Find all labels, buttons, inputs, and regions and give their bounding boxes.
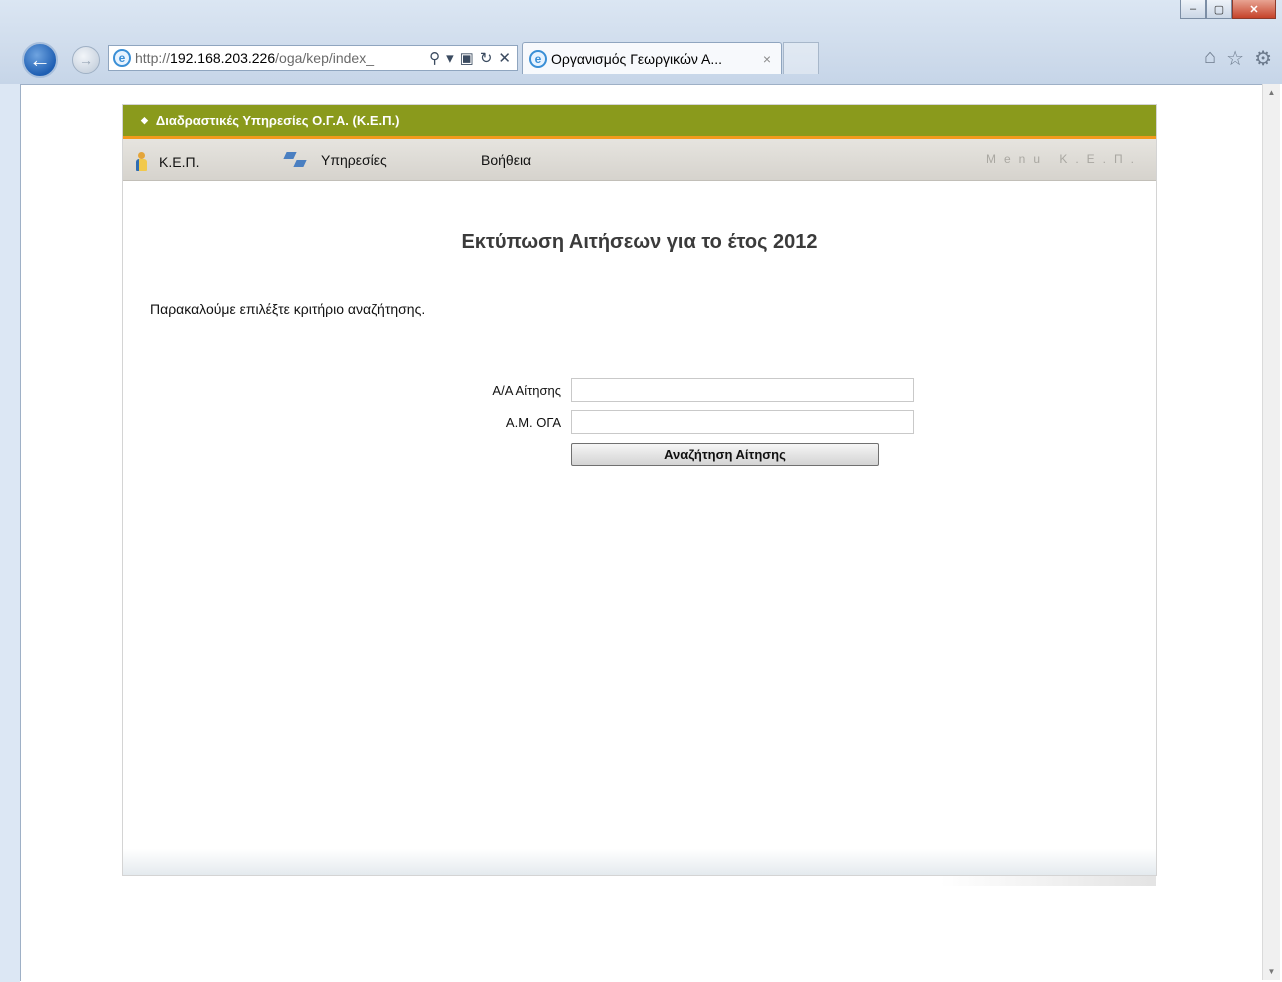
oga-registry-label: Α.Μ. ΟΓΑ	[505, 415, 561, 430]
application-number-input[interactable]	[571, 378, 914, 402]
menu-item-kep[interactable]: Κ.Ε.Π.	[135, 152, 199, 172]
main-menu: Κ.Ε.Π. Υπηρεσίες Βοήθεια Menu Κ.Ε.Π.	[123, 139, 1156, 181]
menu-item-services-label: Υπηρεσίες	[321, 152, 387, 168]
header-bullet-icon: ◆	[141, 115, 148, 125]
menu-item-help-label: Βοήθεια	[481, 152, 532, 168]
url-path: /oga/kep/index_	[275, 50, 374, 66]
favorites-star-icon[interactable]: ☆	[1226, 46, 1244, 71]
menu-item-kep-label: Κ.Ε.Π.	[159, 154, 200, 170]
dropdown-chevron-icon[interactable]: ▾	[446, 49, 454, 67]
search-icon[interactable]: ⚲	[429, 49, 440, 67]
left-window-edge	[0, 84, 20, 982]
back-button[interactable]: ←	[22, 42, 58, 78]
vertical-scrollbar[interactable]: ▲ ▼	[1262, 84, 1280, 980]
forward-arrow-icon: →	[79, 52, 93, 68]
maximize-button[interactable]: ▢	[1206, 0, 1232, 19]
forward-button[interactable]: →	[72, 46, 100, 74]
home-icon[interactable]: ⌂	[1204, 46, 1216, 71]
menu-item-services[interactable]: Υπηρεσίες	[283, 152, 387, 168]
search-prompt: Παρακαλούμε επιλέξτε κριτήριο αναζήτησης…	[150, 301, 426, 317]
back-arrow-icon: ←	[29, 47, 51, 72]
scroll-down-icon[interactable]: ▼	[1263, 963, 1280, 980]
content-panel: ◆ Διαδραστικές Υπηρεσίες Ο.Γ.Α. (Κ.Ε.Π.)…	[122, 104, 1157, 876]
new-tab-button[interactable]	[783, 42, 819, 74]
window-controls: – ▢ ✕	[1180, 0, 1276, 22]
tab-close-icon[interactable]: ×	[763, 51, 771, 67]
menu-caption: Menu Κ.Ε.Π.	[985, 152, 1142, 166]
ie-logo-icon: e	[113, 49, 131, 67]
services-icon	[283, 152, 309, 168]
tab-title: Οργανισμός Γεωργικών Α...	[551, 50, 723, 67]
stop-icon[interactable]: ✕	[498, 49, 511, 67]
url-protocol: http://	[135, 50, 171, 66]
site-header-title: Διαδραστικές Υπηρεσίες Ο.Γ.Α. (Κ.Ε.Π.)	[155, 113, 400, 128]
site-header-bar: ◆ Διαδραστικές Υπηρεσίες Ο.Γ.Α. (Κ.Ε.Π.)	[123, 105, 1156, 139]
menu-item-help[interactable]: Βοήθεια	[481, 152, 531, 168]
oga-registry-input[interactable]	[571, 410, 914, 434]
browser-tools: ⌂ ☆ ⚙	[1204, 46, 1272, 71]
panel-shadow	[940, 876, 1156, 886]
person-icon	[135, 152, 147, 172]
url-host: 192.168.203.226	[170, 50, 276, 66]
page-title: Εκτύπωση Αιτήσεων για το έτος 2012	[461, 231, 818, 253]
scroll-up-icon[interactable]: ▲	[1263, 84, 1280, 101]
browser-tab[interactable]: e Οργανισμός Γεωργικών Α... ×	[522, 42, 782, 74]
application-number-label: Α/Α Αίτησης	[492, 383, 561, 398]
panel-footer	[123, 849, 1156, 875]
refresh-icon[interactable]: ↻	[480, 49, 493, 67]
address-bar[interactable]: e http://192.168.203.226/oga/kep/index_ …	[108, 45, 518, 71]
tab-ie-logo-icon: e	[529, 49, 547, 68]
minimize-button[interactable]: –	[1180, 0, 1206, 19]
close-window-button[interactable]: ✕	[1232, 0, 1276, 19]
settings-gear-icon[interactable]: ⚙	[1254, 46, 1272, 71]
browser-chrome: – ▢ ✕ ← → e http://192.168.203.226/oga/k…	[0, 0, 1282, 84]
search-application-button[interactable]: Αναζήτηση Αίτησης	[571, 443, 879, 466]
compatibility-view-icon[interactable]: ▣	[460, 49, 474, 67]
